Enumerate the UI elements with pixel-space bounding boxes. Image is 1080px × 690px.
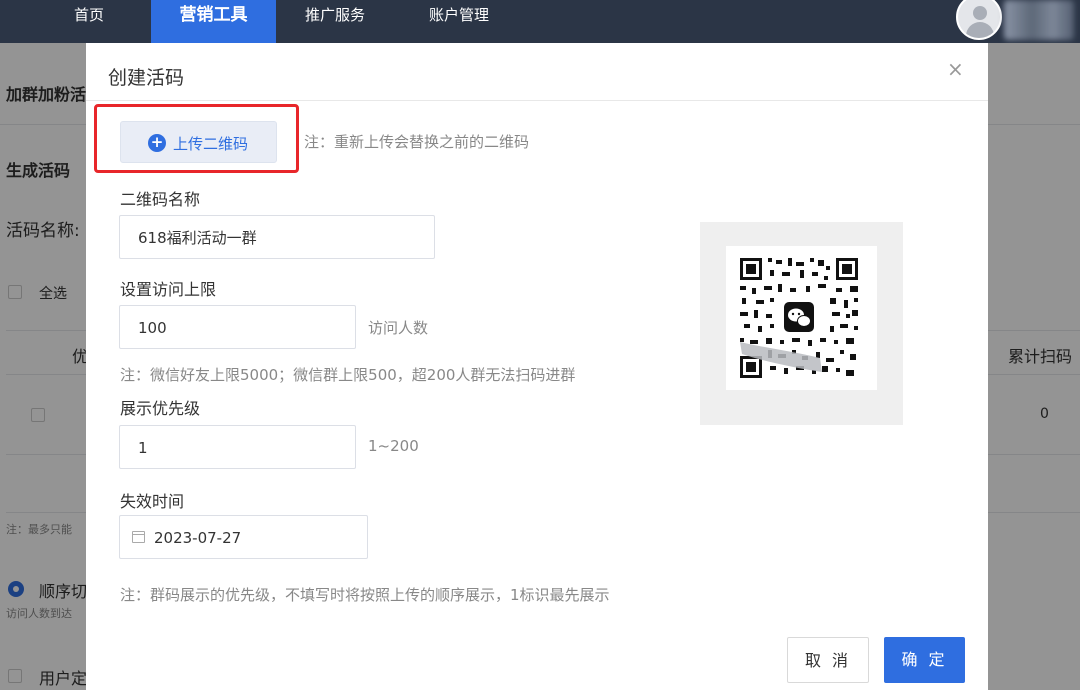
- close-icon[interactable]: ×: [947, 57, 964, 81]
- visit-limit-label: 设置访问上限: [120, 280, 217, 299]
- priority-range: 1~200: [368, 437, 419, 455]
- username-blurred: [1004, 0, 1074, 40]
- qr-name-input[interactable]: 618福利活动一群: [119, 215, 435, 259]
- nav-account-management[interactable]: 账户管理: [403, 0, 515, 43]
- priority-input[interactable]: 1: [119, 425, 356, 469]
- priority-label: 展示优先级: [120, 399, 201, 418]
- avatar[interactable]: [956, 0, 1002, 40]
- highlight-box: [94, 104, 299, 173]
- qr-name-label: 二维码名称: [120, 190, 201, 209]
- create-code-modal: 创建活码 × + 上传二维码 注：重新上传会替换之前的二维码 二维码名称 618…: [86, 43, 988, 690]
- expire-date-value: 2023-07-27: [154, 529, 242, 547]
- nav-home[interactable]: 首页: [48, 0, 130, 43]
- qr-code-icon: [740, 258, 858, 378]
- visit-limit-input[interactable]: 100: [119, 305, 356, 349]
- modal-header: 创建活码 ×: [86, 43, 988, 101]
- confirm-button[interactable]: 确 定: [884, 637, 965, 683]
- avatar-head-icon: [973, 6, 987, 20]
- cancel-button[interactable]: 取 消: [787, 637, 869, 683]
- avatar-body-icon: [966, 22, 994, 38]
- visit-limit-suffix: 访问人数: [368, 319, 429, 337]
- calendar-icon: [132, 531, 145, 543]
- upload-note: 注：重新上传会替换之前的二维码: [304, 133, 530, 151]
- priority-note: 注：群码展示的优先级，不填写时将按照上传的顺序展示，1标识最先展示: [120, 586, 610, 604]
- expire-date-input[interactable]: 2023-07-27: [119, 515, 368, 559]
- qr-code-image: [726, 246, 877, 390]
- top-nav: 首页 营销工具 推广服务 账户管理: [0, 0, 1080, 43]
- modal-title: 创建活码: [108, 67, 185, 89]
- nav-promotion-services[interactable]: 推广服务: [279, 0, 391, 43]
- nav-marketing-tools[interactable]: 营销工具: [151, 0, 276, 43]
- visit-limit-note: 注：微信好友上限5000；微信群上限500，超200人群无法扫码进群: [120, 366, 576, 384]
- qr-preview: [700, 222, 903, 425]
- expire-label: 失效时间: [120, 492, 185, 511]
